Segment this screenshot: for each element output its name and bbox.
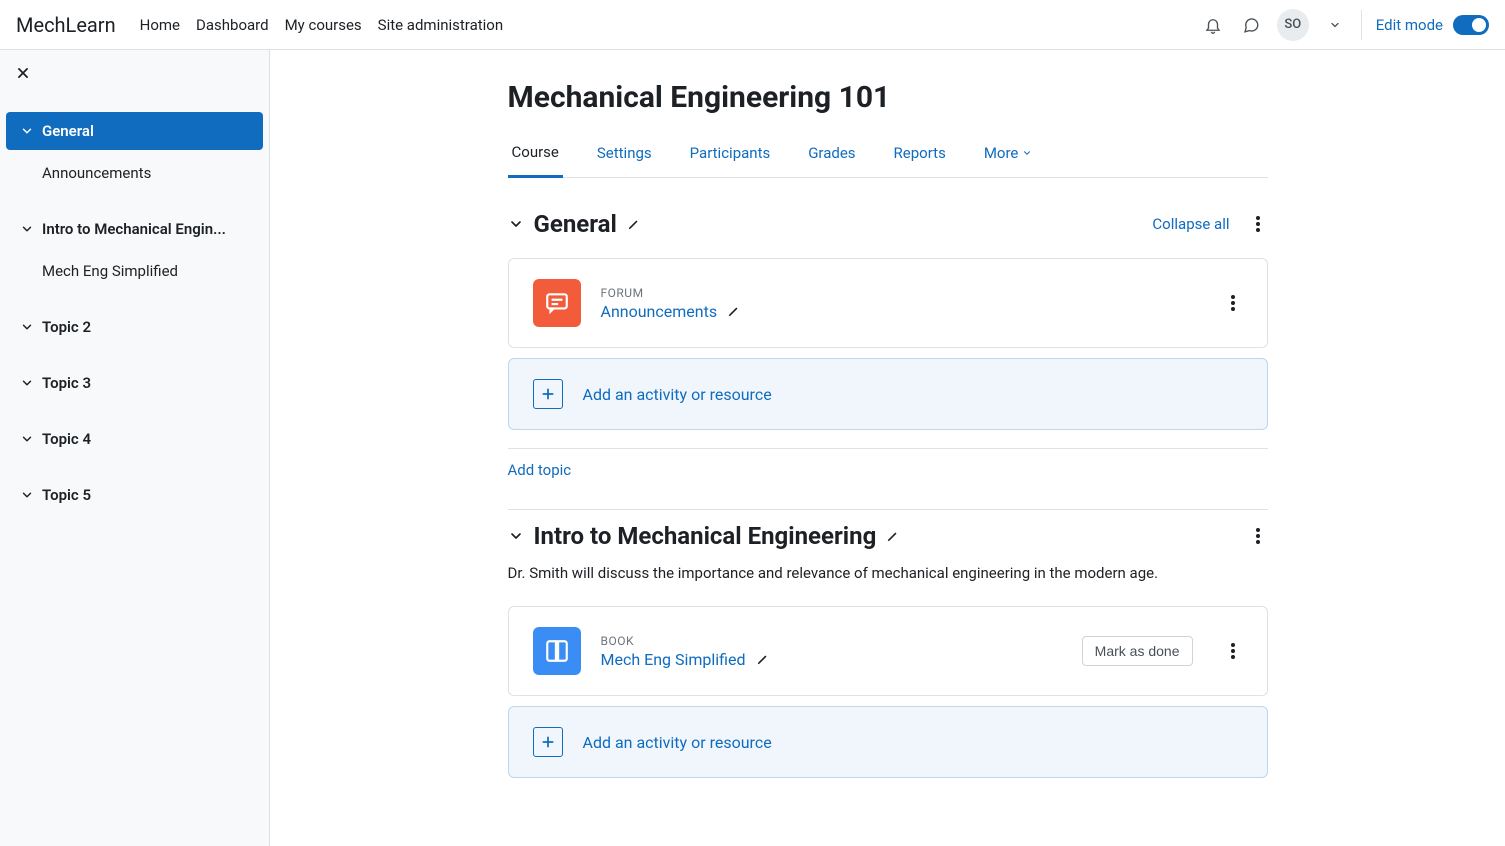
section-head-general: General Collapse all (508, 210, 1268, 238)
activity-name-text: Mech Eng Simplified (601, 650, 746, 669)
chevron-down-icon (20, 222, 34, 236)
chevron-down-icon (20, 432, 34, 446)
chevron-down-icon (20, 376, 34, 390)
sidebar-item-topic3[interactable]: Topic 3 (6, 364, 263, 402)
edit-mode-label: Edit mode (1376, 16, 1443, 34)
sidebar-item-topic5[interactable]: Topic 5 (6, 476, 263, 514)
section-head-intro: Intro to Mechanical Engineering (508, 522, 1268, 550)
add-topic-link[interactable]: Add topic (508, 461, 572, 479)
chevron-down-icon (508, 528, 524, 544)
sidebar-item-label: Topic 5 (42, 486, 91, 504)
activity-type-label: FORUM (601, 286, 1203, 300)
sidebar-subitem-announcements[interactable]: Announcements (6, 154, 263, 192)
primary-nav: Home Dashboard My courses Site administr… (140, 16, 504, 34)
chevron-down-icon (20, 488, 34, 502)
sidebar-subitem-mecheng[interactable]: Mech Eng Simplified (6, 252, 263, 290)
tab-settings[interactable]: Settings (593, 133, 656, 177)
notifications-icon[interactable] (1201, 13, 1225, 37)
user-menu-chevron-icon[interactable] (1323, 13, 1347, 37)
section-divider (508, 448, 1268, 449)
sidebar-item-topic2[interactable]: Topic 2 (6, 308, 263, 346)
navbar-right: SO Edit mode (1201, 9, 1489, 41)
navbar: MechLearn Home Dashboard My courses Site… (0, 0, 1505, 50)
section-description: Dr. Smith will discuss the importance an… (508, 564, 1268, 582)
sidebar-item-label: Topic 2 (42, 318, 91, 336)
sidebar-item-intro[interactable]: Intro to Mechanical Engin... (6, 210, 263, 248)
book-icon (533, 627, 581, 675)
main-content: Mechanical Engineering 101 Course Settin… (270, 50, 1505, 846)
nav-home[interactable]: Home (140, 16, 180, 34)
nav-siteadmin[interactable]: Site administration (378, 16, 503, 34)
sidebar-item-topic4[interactable]: Topic 4 (6, 420, 263, 458)
pencil-icon[interactable] (756, 652, 770, 666)
add-activity-label: Add an activity or resource (583, 385, 772, 404)
add-activity-label: Add an activity or resource (583, 733, 772, 752)
activity-type-label: BOOK (601, 634, 1062, 648)
plus-icon (533, 727, 563, 757)
activity-card: FORUM Announcements (508, 258, 1268, 348)
activity-link-announcements[interactable]: Announcements (601, 302, 742, 321)
nav-mycourses[interactable]: My courses (285, 16, 362, 34)
activity-name-text: Announcements (601, 302, 718, 321)
sidebar-item-label: Topic 4 (42, 430, 91, 448)
chevron-down-icon (1022, 148, 1032, 158)
section-title: General (534, 210, 617, 238)
add-activity-button[interactable]: Add an activity or resource (508, 706, 1268, 778)
section-menu-icon[interactable] (1248, 214, 1268, 234)
chevron-down-icon (508, 216, 524, 232)
brand-logo[interactable]: MechLearn (16, 13, 116, 37)
pencil-icon[interactable] (727, 304, 741, 318)
page-title: Mechanical Engineering 101 (508, 80, 1268, 115)
activity-card: BOOK Mech Eng Simplified Mark as done (508, 606, 1268, 696)
section-divider (508, 509, 1268, 510)
chevron-down-icon (20, 320, 34, 334)
mark-as-done-button[interactable]: Mark as done (1082, 636, 1193, 666)
plus-icon (533, 379, 563, 409)
forum-icon (533, 279, 581, 327)
tab-more-label: More (984, 144, 1019, 162)
pencil-icon[interactable] (886, 529, 900, 543)
section-toggle-intro[interactable]: Intro to Mechanical Engineering (508, 522, 901, 550)
edit-mode-control: Edit mode (1376, 15, 1489, 35)
sidebar-item-label: Intro to Mechanical Engin... (42, 220, 226, 238)
close-drawer-icon[interactable] (4, 58, 265, 92)
divider (1361, 10, 1362, 40)
pencil-icon[interactable] (627, 217, 641, 231)
activity-menu-icon[interactable] (1223, 641, 1243, 661)
section-menu-icon[interactable] (1248, 526, 1268, 546)
collapse-all-link[interactable]: Collapse all (1152, 215, 1229, 233)
sidebar-item-label: General (42, 122, 94, 140)
nav-dashboard[interactable]: Dashboard (196, 16, 269, 34)
tab-more[interactable]: More (980, 133, 1037, 177)
activity-menu-icon[interactable] (1223, 293, 1243, 313)
course-index-drawer: General Announcements Intro to Mechanica… (0, 50, 270, 846)
section-toggle-general[interactable]: General (508, 210, 641, 238)
tab-participants[interactable]: Participants (686, 133, 775, 177)
tab-course[interactable]: Course (508, 133, 563, 178)
activity-link-mecheng[interactable]: Mech Eng Simplified (601, 650, 770, 669)
messages-icon[interactable] (1239, 13, 1263, 37)
edit-mode-toggle[interactable] (1453, 15, 1489, 35)
add-activity-button[interactable]: Add an activity or resource (508, 358, 1268, 430)
tab-reports[interactable]: Reports (890, 133, 950, 177)
tab-grades[interactable]: Grades (804, 133, 859, 177)
sidebar-item-general[interactable]: General (6, 112, 263, 150)
sidebar-item-label: Topic 3 (42, 374, 91, 392)
course-tabs: Course Settings Participants Grades Repo… (508, 133, 1268, 178)
section-title: Intro to Mechanical Engineering (534, 522, 877, 550)
chevron-down-icon (20, 124, 34, 138)
avatar[interactable]: SO (1277, 9, 1309, 41)
